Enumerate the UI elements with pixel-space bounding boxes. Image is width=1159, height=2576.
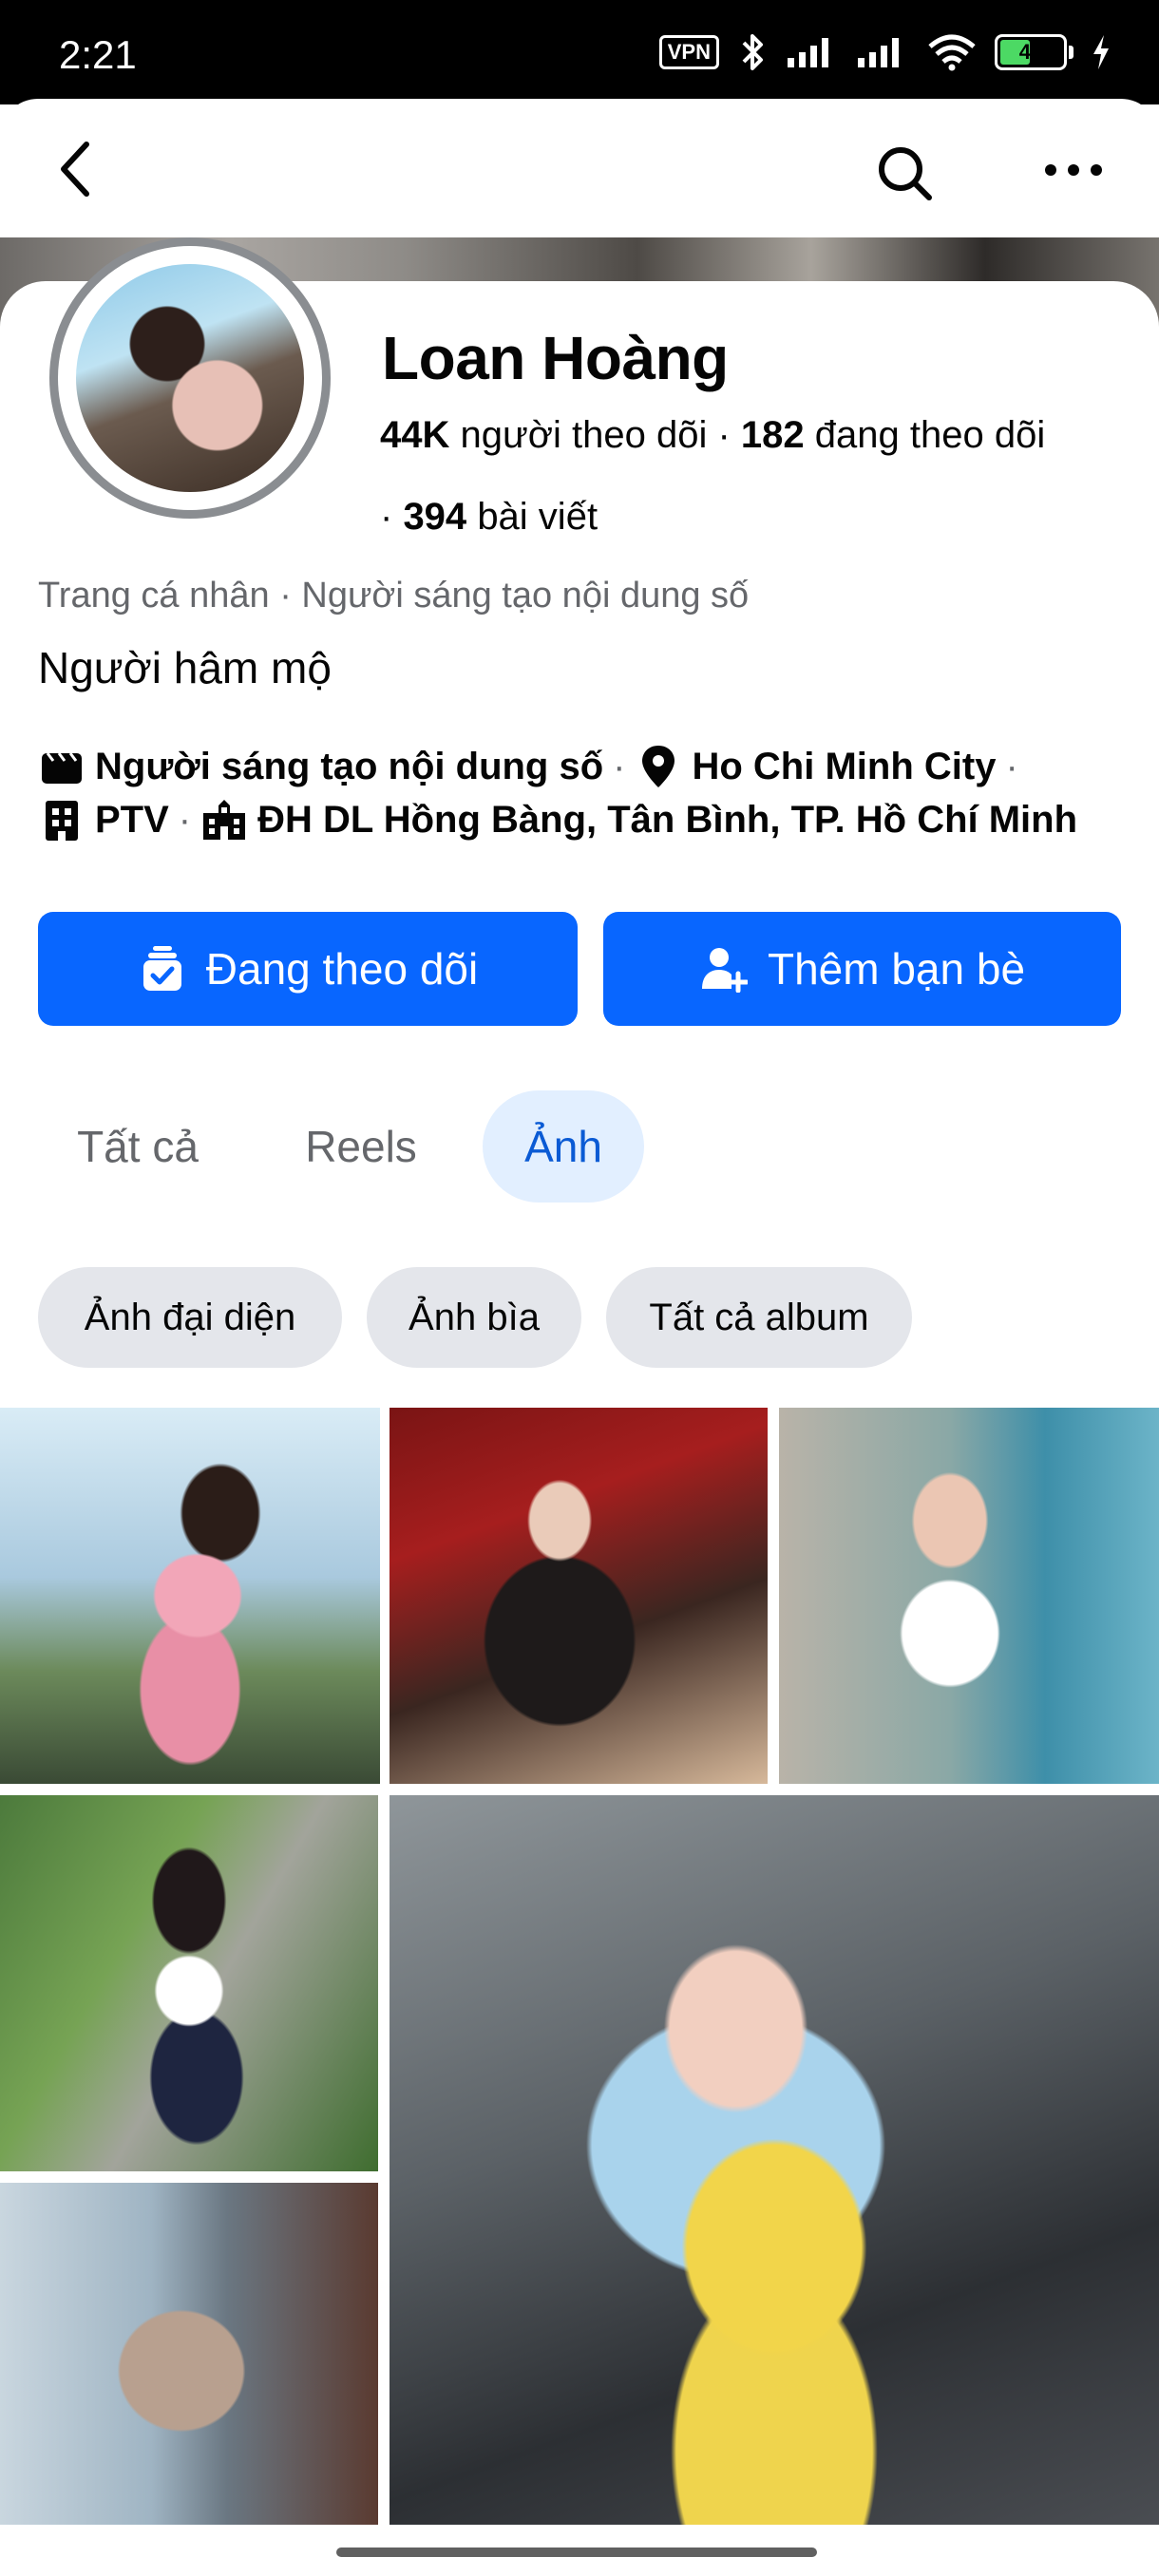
tab-photos[interactable]: Ảnh xyxy=(483,1090,644,1203)
details-row-2: PTV · ĐH DL Hồng Bàng, Tân Bình, TP. Hồ … xyxy=(38,796,1077,843)
chip-profile-pictures[interactable]: Ảnh đại diện xyxy=(38,1267,342,1368)
detail-category: Người sáng tạo nội dung số xyxy=(95,745,604,787)
battery-text: 49 xyxy=(1018,40,1043,64)
following-count[interactable]: 182 xyxy=(741,414,805,456)
following-button[interactable]: Đang theo dõi xyxy=(38,912,578,1026)
add-friend-button-label: Thêm bạn bè xyxy=(767,944,1026,994)
status-time: 2:21 xyxy=(59,32,137,77)
following-check-icon xyxy=(138,944,187,994)
followers-label[interactable]: người theo dõi xyxy=(461,414,708,456)
profile-name: Loan Hoàng xyxy=(382,324,729,392)
signal-icon xyxy=(788,38,828,67)
clapperboard-icon xyxy=(38,743,86,790)
followers-count[interactable]: 44K xyxy=(380,414,449,456)
bluetooth-icon xyxy=(742,34,763,70)
add-friend-icon xyxy=(699,944,749,994)
tab-all[interactable]: Tất cả xyxy=(38,1090,238,1203)
search-icon[interactable] xyxy=(866,135,942,211)
wifi-icon xyxy=(928,34,976,71)
details-row-1: Người sáng tạo nội dung số · Ho Chi Minh… xyxy=(38,743,1028,790)
profile-bio: Người hâm mộ xyxy=(38,643,332,692)
location-pin-icon xyxy=(635,743,682,790)
detail-education[interactable]: ĐH DL Hồng Bàng, Tân Bình, TP. Hồ Chí Mi… xyxy=(257,799,1077,842)
following-label[interactable]: đang theo dõi xyxy=(815,414,1045,456)
tab-reels[interactable]: Reels xyxy=(266,1090,456,1203)
chip-cover-photos[interactable]: Ảnh bìa xyxy=(367,1267,581,1368)
photo-thumbnail[interactable] xyxy=(0,1795,378,2171)
photo-thumbnail[interactable] xyxy=(390,1408,768,1784)
photo-thumbnail[interactable] xyxy=(0,2183,378,2525)
photo-thumbnail-large[interactable] xyxy=(390,1795,1159,2525)
photo-thumbnail[interactable] xyxy=(0,1408,380,1784)
profile-subtitle: Trang cá nhân · Người sáng tạo nội dung … xyxy=(38,576,750,616)
battery-indicator: 49 xyxy=(995,34,1074,70)
charging-icon xyxy=(1093,35,1109,69)
top-bar xyxy=(0,99,1159,241)
add-friend-button[interactable]: Thêm bạn bè xyxy=(603,912,1121,1026)
work-building-icon xyxy=(38,796,86,843)
detail-location[interactable]: Ho Chi Minh City xyxy=(692,746,996,788)
posts-label: bài viết xyxy=(477,496,598,538)
posts-count: 394 xyxy=(403,496,467,538)
back-arrow-icon[interactable] xyxy=(42,133,108,205)
photo-thumbnail[interactable] xyxy=(779,1408,1159,1784)
status-icons: VPN 49 xyxy=(658,28,1112,76)
following-button-label: Đang theo dõi xyxy=(205,944,479,994)
chip-all-albums[interactable]: Tất cả album xyxy=(606,1267,912,1368)
detail-work[interactable]: PTV xyxy=(95,799,169,842)
stats-line-2: · 394 bài viết xyxy=(380,496,598,538)
home-indicator[interactable] xyxy=(336,2548,817,2557)
stats-line-1: 44K người theo dõi · 182 đang theo dõi xyxy=(380,414,1046,456)
avatar[interactable] xyxy=(49,237,331,519)
signal-icon-2 xyxy=(858,38,899,67)
avatar-image xyxy=(76,264,304,492)
status-bar: 2:21 VPN 49 xyxy=(0,0,1159,104)
school-icon xyxy=(200,796,248,843)
vpn-badge: VPN xyxy=(658,35,719,69)
more-icon[interactable] xyxy=(1036,146,1112,194)
